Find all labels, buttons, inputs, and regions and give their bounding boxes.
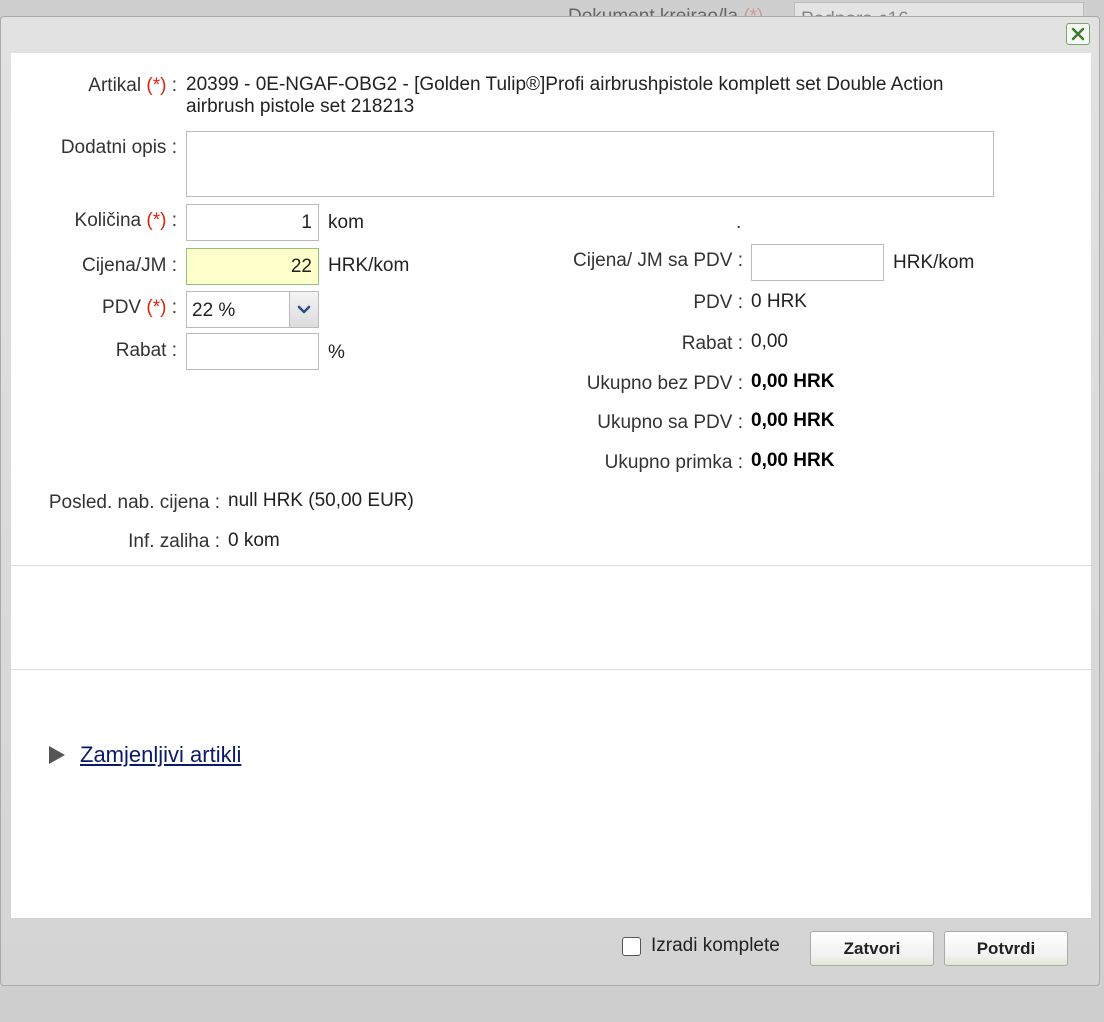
ukupno-sa-pdv-label: Ukupno sa PDV : xyxy=(597,412,743,433)
separator-dot: . xyxy=(736,212,742,233)
inf-zaliha-value: 0 kom xyxy=(228,530,280,551)
artikal-value: 20399 - 0E-NGAF-OBG2 - [Golden Tulip®]Pr… xyxy=(186,74,944,117)
triangle-right-icon xyxy=(49,746,65,764)
izradi-komplete-label: Izradi komplete xyxy=(651,935,780,956)
zamjenljivi-artikli-link[interactable]: Zamjenljivi artikli xyxy=(80,742,241,768)
artikal-label: Artikal (*) : xyxy=(88,75,177,96)
zamjenljivi-artikli-toggle[interactable]: Zamjenljivi artikli xyxy=(48,742,241,768)
kolicina-unit: kom xyxy=(328,212,364,233)
cijena-jm-input[interactable]: 22 xyxy=(186,248,319,285)
dodatni-opis-textarea[interactable] xyxy=(186,131,994,197)
rabat-label: Rabat : xyxy=(115,340,177,361)
ukupno-primka-value: 0,00 HRK xyxy=(751,450,835,471)
dodatni-opis-label: Dodatni opis : xyxy=(60,137,177,158)
summary-rabat-value: 0,00 xyxy=(751,331,788,352)
ukupno-bez-pdv-label: Ukupno bez PDV : xyxy=(586,373,743,394)
pdv-selected-value: 22 % xyxy=(192,300,236,321)
section-divider xyxy=(11,669,1091,670)
cijena-jm-label: Cijena/JM : xyxy=(81,255,177,276)
potvrdi-button[interactable]: Potvrdi xyxy=(944,931,1068,966)
kolicina-label: Količina (*) : xyxy=(74,210,177,231)
ukupno-bez-pdv-value: 0,00 HRK xyxy=(751,371,835,392)
izradi-komplete-checkbox[interactable] xyxy=(622,937,641,956)
inf-zaliha-label: Inf. zaliha : xyxy=(128,531,220,552)
cijena-sa-pdv-label: Cijena/ JM sa PDV : xyxy=(573,250,743,271)
cijena-jm-unit: HRK/kom xyxy=(328,255,410,276)
rabat-input[interactable] xyxy=(186,333,319,370)
summary-pdv-value: 0 HRK xyxy=(751,291,807,312)
ukupno-sa-pdv-value: 0,00 HRK xyxy=(751,410,835,431)
cijena-sa-pdv-input[interactable] xyxy=(751,244,884,281)
close-icon xyxy=(1071,27,1085,41)
posled-nab-cijena-label: Posled. nab. cijena : xyxy=(48,492,220,513)
zatvori-button[interactable]: Zatvori xyxy=(810,931,934,966)
rabat-unit: % xyxy=(328,342,345,363)
dialog-close-button[interactable] xyxy=(1066,23,1090,45)
section-divider xyxy=(11,565,1091,566)
kolicina-input[interactable]: 1 xyxy=(186,204,319,241)
cijena-sa-pdv-unit: HRK/kom xyxy=(893,252,975,273)
pdv-select[interactable]: 22 % xyxy=(186,291,319,328)
pdv-label: PDV (*) : xyxy=(102,297,177,318)
summary-pdv-label: PDV : xyxy=(693,292,743,313)
chevron-down-icon xyxy=(297,305,311,313)
posled-nab-cijena-value: null HRK (50,00 EUR) xyxy=(228,490,414,511)
summary-rabat-label: Rabat : xyxy=(681,333,743,354)
ukupno-primka-label: Ukupno primka : xyxy=(604,452,743,473)
pdv-dropdown-button[interactable] xyxy=(289,292,318,327)
